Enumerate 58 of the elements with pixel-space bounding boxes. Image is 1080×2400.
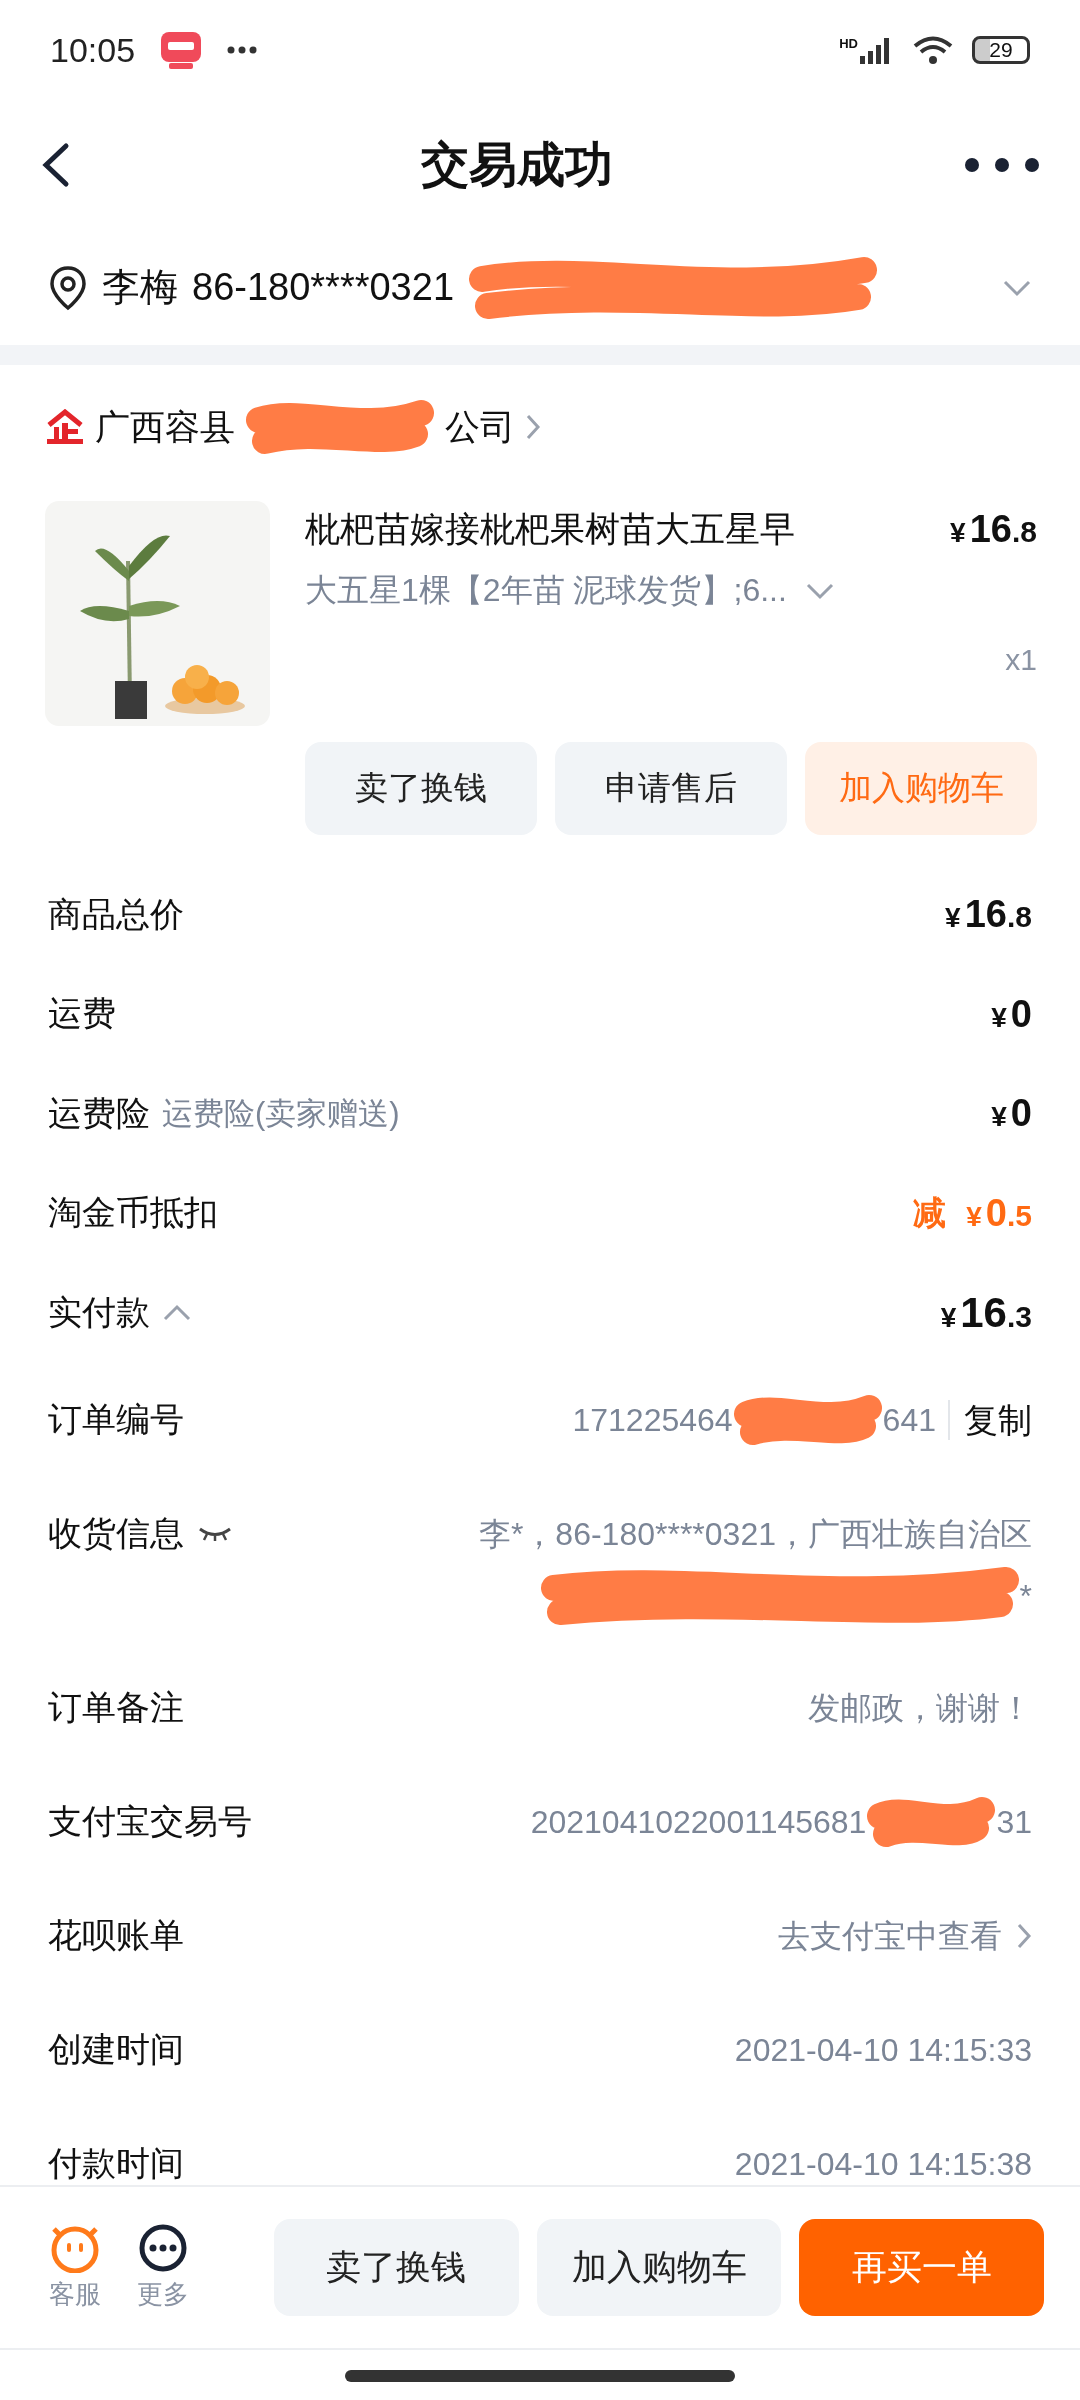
amount: ¥0: [991, 992, 1032, 1036]
page-title: 交易成功: [421, 137, 613, 193]
location-pin-icon: [48, 264, 88, 311]
row-value: 171225464: [572, 1400, 733, 1440]
row-label: 淘金币抵扣: [48, 1192, 218, 1234]
copy-link[interactable]: 复制: [948, 1399, 1032, 1440]
clock-time: 10:05: [50, 30, 136, 70]
row-label: 订单备注: [48, 1686, 184, 1728]
row-value: 2021-04-10 14:15:38: [734, 2144, 1032, 2184]
row-label: 运费险: [48, 1092, 150, 1134]
action-button[interactable]: 卖了换钱: [305, 742, 537, 835]
action-button[interactable]: 申请售后: [555, 742, 787, 835]
row-label: 订单编号: [48, 1398, 184, 1440]
back-icon[interactable]: [40, 142, 70, 188]
action-button[interactable]: 卖了换钱: [274, 2219, 519, 2316]
row-label: 运费: [48, 993, 116, 1035]
battery-level: 29: [972, 36, 1030, 64]
store-logo-icon: [47, 409, 83, 444]
amount: ¥0: [991, 1092, 1032, 1136]
store-name[interactable]: 公司: [445, 403, 515, 451]
alipay-link[interactable]: 去支付宝中查看: [778, 1903, 1002, 1968]
row-label: 收货信息: [48, 1512, 184, 1554]
network-type: HD: [839, 36, 858, 51]
row-value: 2021-04-10 14:15:33: [734, 2030, 1032, 2070]
store-chevron-icon[interactable]: [525, 413, 541, 441]
row-label: 实付款: [48, 1291, 150, 1333]
discount-label: 减: [913, 1192, 947, 1233]
variant-chevron-icon[interactable]: [804, 581, 835, 601]
action-button[interactable]: 加入购物车: [536, 2219, 782, 2316]
recipient-name: 李梅: [102, 265, 178, 310]
chevron-up-icon[interactable]: [162, 1302, 192, 1323]
row-value: 31: [996, 1802, 1032, 1842]
product-quantity: x1: [1005, 643, 1037, 677]
row-label: 花呗账单: [48, 1914, 184, 1956]
row-label: 付款时间: [48, 2142, 184, 2184]
shipping-info: *: [1019, 1576, 1032, 1616]
more-notifications-icon: [227, 45, 258, 55]
row-value: 发邮政，谢谢！: [808, 1688, 1032, 1728]
row-label: 商品总价: [48, 893, 184, 935]
row-label: 支付宝交易号: [48, 1800, 252, 1842]
link-chevron-icon[interactable]: [1016, 1921, 1032, 1950]
shipping-info: 李*，86-180****0321，广西壮族自治区: [478, 1514, 1032, 1554]
closed-eye-icon[interactable]: [198, 1525, 232, 1542]
more-icon[interactable]: [964, 157, 1040, 173]
row-value: 2021041022001145681: [530, 1802, 867, 1842]
wifi-icon: [912, 35, 954, 65]
amount: ¥0.5: [966, 1191, 1032, 1235]
app-icon: [161, 30, 202, 70]
recipient-phone: 86-180****0321: [192, 266, 454, 309]
row-note: 运费险(卖家赠送): [162, 1094, 400, 1133]
store-name[interactable]: 广西容县: [95, 403, 235, 451]
product-variant[interactable]: 大五星1棵【2年苗 泥球发货】;6...: [305, 569, 787, 613]
amount: ¥16.3: [940, 1288, 1032, 1337]
row-label: 创建时间: [48, 2028, 184, 2070]
row-value: 641: [882, 1400, 936, 1440]
product-price: ¥16.8: [950, 507, 1037, 551]
product-title[interactable]: 枇杷苗嫁接枇杷果树苗大五星早: [305, 505, 795, 553]
amount: ¥16.8: [945, 893, 1032, 937]
